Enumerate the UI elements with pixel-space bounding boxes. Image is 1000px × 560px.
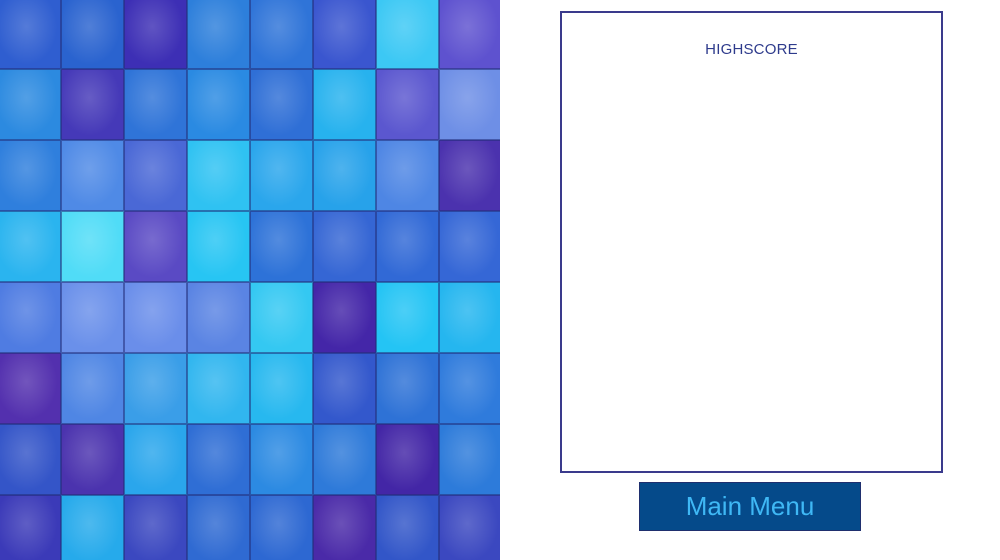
tile <box>376 211 439 282</box>
tile <box>439 140 500 211</box>
tile <box>376 495 439 560</box>
tile <box>439 69 500 140</box>
tile <box>250 140 313 211</box>
tile <box>250 424 313 495</box>
tile <box>376 282 439 353</box>
tile <box>250 0 313 69</box>
tile <box>124 211 187 282</box>
tile <box>0 424 61 495</box>
tile <box>0 140 61 211</box>
tile <box>124 353 187 424</box>
tile <box>313 69 376 140</box>
tile <box>250 495 313 560</box>
tile <box>0 0 61 69</box>
tile <box>124 282 187 353</box>
tile <box>124 140 187 211</box>
tile <box>313 353 376 424</box>
tile-board <box>0 0 500 560</box>
tile <box>187 282 250 353</box>
tile <box>61 424 124 495</box>
tile <box>124 0 187 69</box>
tile <box>187 495 250 560</box>
tile <box>439 211 500 282</box>
tile <box>61 211 124 282</box>
tile <box>187 211 250 282</box>
tile <box>61 0 124 69</box>
tile <box>313 495 376 560</box>
tile <box>313 424 376 495</box>
highscore-panel: HIGHSCORE <box>560 11 943 473</box>
tile <box>0 211 61 282</box>
tile <box>439 424 500 495</box>
tile <box>0 495 61 560</box>
tile <box>124 69 187 140</box>
tile <box>376 140 439 211</box>
tile <box>376 353 439 424</box>
tile <box>250 282 313 353</box>
tile <box>0 282 61 353</box>
tile <box>250 353 313 424</box>
tile <box>0 353 61 424</box>
tile <box>376 0 439 69</box>
main-menu-button[interactable]: Main Menu <box>639 482 861 531</box>
tile <box>187 0 250 69</box>
tile <box>250 211 313 282</box>
tile <box>61 140 124 211</box>
tile <box>61 69 124 140</box>
tile <box>187 424 250 495</box>
tile <box>187 140 250 211</box>
tile <box>124 495 187 560</box>
tile <box>124 424 187 495</box>
tile <box>313 140 376 211</box>
tile <box>439 353 500 424</box>
tile <box>61 353 124 424</box>
game-screen: HIGHSCORE Main Menu <box>0 0 1000 560</box>
tile <box>439 0 500 69</box>
tile <box>313 0 376 69</box>
tile <box>313 211 376 282</box>
tile <box>376 424 439 495</box>
highscore-title: HIGHSCORE <box>705 41 798 58</box>
tile <box>376 69 439 140</box>
tile <box>313 282 376 353</box>
tile <box>439 495 500 560</box>
tile <box>61 495 124 560</box>
tile <box>250 69 313 140</box>
tile <box>187 69 250 140</box>
tile <box>0 69 61 140</box>
tile <box>439 282 500 353</box>
tile <box>187 353 250 424</box>
tile <box>61 282 124 353</box>
